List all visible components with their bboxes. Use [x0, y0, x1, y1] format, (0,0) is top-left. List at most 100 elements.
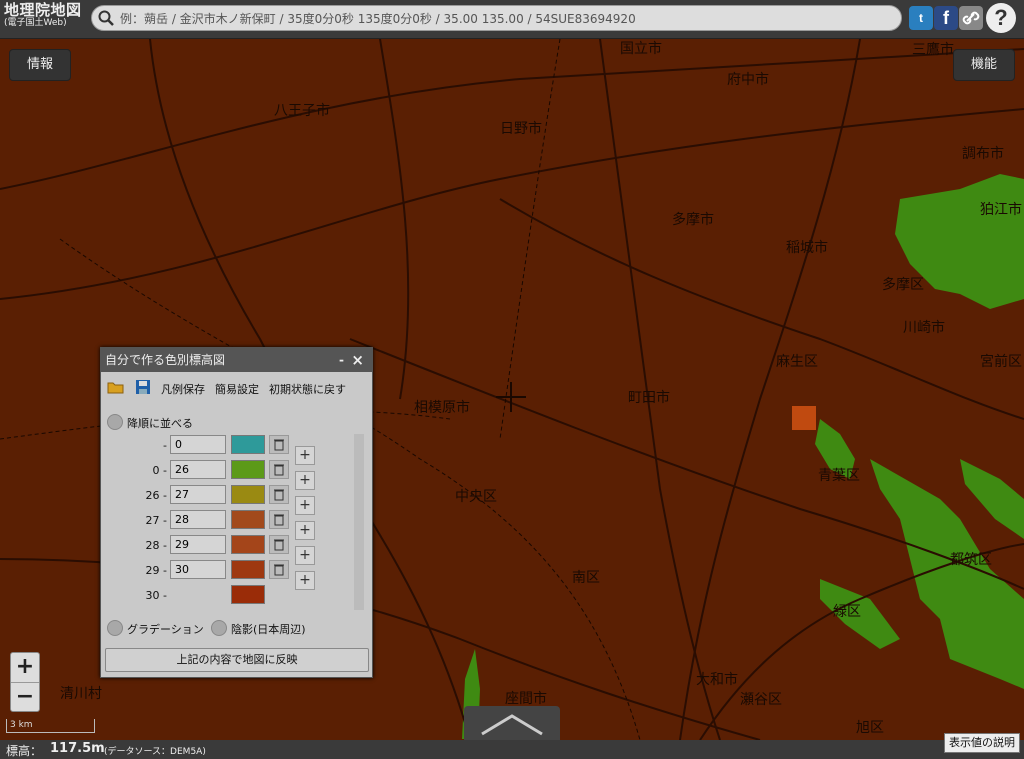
map-label: 宮前区: [980, 354, 1022, 370]
legend-lower-bound: 27 -: [145, 514, 167, 527]
zoom-out-button[interactable]: −: [11, 683, 39, 712]
legend-upper-input[interactable]: [170, 560, 226, 579]
trash-icon[interactable]: [269, 510, 289, 529]
legend-color-swatch[interactable]: [231, 435, 265, 454]
lowland-area: [960, 459, 1024, 539]
map-label: 相模原市: [414, 400, 470, 416]
map-label: 麻生区: [776, 354, 818, 370]
map-label: 座間市: [505, 691, 547, 707]
legend-row: 26 -+: [101, 484, 341, 515]
explain-button[interactable]: 表示値の説明: [944, 733, 1020, 753]
map-label: 多摩区: [882, 277, 924, 293]
legend-upper-input[interactable]: [170, 460, 226, 479]
site-logo[interactable]: 地理院地図 (電子国土Web): [4, 3, 82, 28]
map-label: 狛江市: [980, 202, 1022, 218]
chevron-up-icon: [481, 714, 543, 736]
descending-label: 降順に並べる: [127, 417, 193, 430]
map-label: 緑区: [833, 604, 861, 620]
map-label: 瀬谷区: [740, 692, 782, 708]
map-label: 八王子市: [274, 103, 330, 119]
legend-row: 29 -+: [101, 559, 341, 590]
map-label: 清川村: [60, 686, 102, 702]
legend-upper-input[interactable]: [170, 435, 226, 454]
legend-color-swatch[interactable]: [231, 485, 265, 504]
legend-row: -+: [101, 434, 341, 465]
top-header: 地理院地図 (電子国土Web) t f ?: [0, 0, 1024, 39]
legend-scrollbar[interactable]: [354, 434, 364, 610]
minimize-button[interactable]: -: [339, 348, 344, 372]
shading-label: 陰影(日本周辺): [231, 623, 306, 636]
save-legend-button[interactable]: 凡例保存: [161, 381, 205, 397]
scale-bar: 3 km: [6, 719, 95, 733]
twitter-icon[interactable]: t: [909, 6, 933, 30]
map-label: 南区: [572, 570, 600, 586]
map-label: 日野市: [500, 121, 542, 137]
expand-panel-button[interactable]: [464, 706, 560, 740]
map-label: 稲城市: [786, 240, 828, 256]
legend-row: 28 -+: [101, 534, 341, 565]
help-icon[interactable]: ?: [986, 3, 1016, 33]
map-label: 府中市: [727, 72, 769, 88]
gradation-radio[interactable]: [107, 620, 123, 636]
map-label: 町田市: [628, 390, 670, 406]
legend-upper-input[interactable]: [170, 485, 226, 504]
map-label: 大和市: [696, 672, 738, 688]
legend-color-swatch[interactable]: [231, 510, 265, 529]
legend-color-swatch[interactable]: [231, 585, 265, 604]
info-button[interactable]: 情報: [9, 49, 71, 81]
map-label: 中央区: [455, 489, 497, 505]
zoom-control: + −: [10, 652, 40, 712]
legend-color-swatch[interactable]: [231, 535, 265, 554]
trash-icon[interactable]: [269, 560, 289, 579]
trash-icon[interactable]: [269, 535, 289, 554]
legend-color-swatch[interactable]: [231, 460, 265, 479]
zoom-in-button[interactable]: +: [11, 653, 39, 683]
apply-button[interactable]: 上記の内容で地図に反映: [105, 648, 369, 672]
shading-radio[interactable]: [211, 620, 227, 636]
dialog-title: 自分で作る色別標高図: [105, 353, 226, 367]
status-bar: 標高： 117.5m (データソース：DEM5A) 表示値の説明: [0, 733, 1024, 759]
legend-row: 27 -+: [101, 509, 341, 540]
highlight-area: [792, 406, 816, 430]
legend-upper-input[interactable]: [170, 535, 226, 554]
trash-icon[interactable]: [269, 485, 289, 504]
data-source: (データソース：DEM5A): [104, 747, 206, 757]
map-label: 青葉区: [818, 468, 860, 484]
search-box[interactable]: [91, 5, 902, 31]
logo-subtitle: (電子国土Web): [4, 18, 67, 28]
legend-color-swatch[interactable]: [231, 560, 265, 579]
dialog-titlebar[interactable]: 自分で作る色別標高図 - ×: [101, 348, 372, 372]
elevation-label: 標高：: [6, 744, 43, 758]
trash-icon[interactable]: [269, 435, 289, 454]
map-label: 都筑区: [950, 552, 992, 568]
legend-lower-bound: 28 -: [145, 539, 167, 552]
function-button[interactable]: 機能: [953, 49, 1015, 81]
map-label: 三鷹市: [912, 42, 954, 58]
elevation-value: 117.5m: [50, 741, 105, 756]
legend-lower-bound: 29 -: [145, 564, 167, 577]
custom-elevation-dialog: 自分で作る色別標高図 - × 凡例保存 簡易設定 初期状態に戻す 降順に並べる …: [100, 347, 373, 678]
logo-title: 地理院地図: [4, 1, 82, 19]
map-label: 多摩市: [672, 212, 714, 228]
trash-icon[interactable]: [269, 460, 289, 479]
map-label: 調布市: [962, 146, 1004, 162]
close-button[interactable]: ×: [351, 348, 364, 372]
legend-upper-input[interactable]: [170, 510, 226, 529]
map-label: 川崎市: [903, 320, 945, 336]
facebook-icon[interactable]: f: [934, 6, 958, 30]
easy-settings-button[interactable]: 簡易設定: [215, 381, 259, 397]
folder-icon[interactable]: [107, 380, 125, 394]
link-icon[interactable]: [959, 6, 983, 30]
gradation-label: グラデーション: [127, 623, 204, 636]
search-input[interactable]: [118, 8, 892, 30]
legend-row: 30 -: [101, 584, 341, 606]
legend-row: 0 -+: [101, 459, 341, 490]
legend-lower-bound: 30 -: [145, 589, 167, 602]
legend-lower-bound: 0 -: [152, 464, 167, 477]
reset-button[interactable]: 初期状態に戻す: [269, 381, 346, 397]
search-icon: [98, 10, 114, 26]
legend-lower-bound: 26 -: [145, 489, 167, 502]
descending-radio[interactable]: [107, 414, 123, 430]
save-icon[interactable]: [135, 379, 151, 395]
legend-lower-bound: -: [163, 439, 167, 452]
